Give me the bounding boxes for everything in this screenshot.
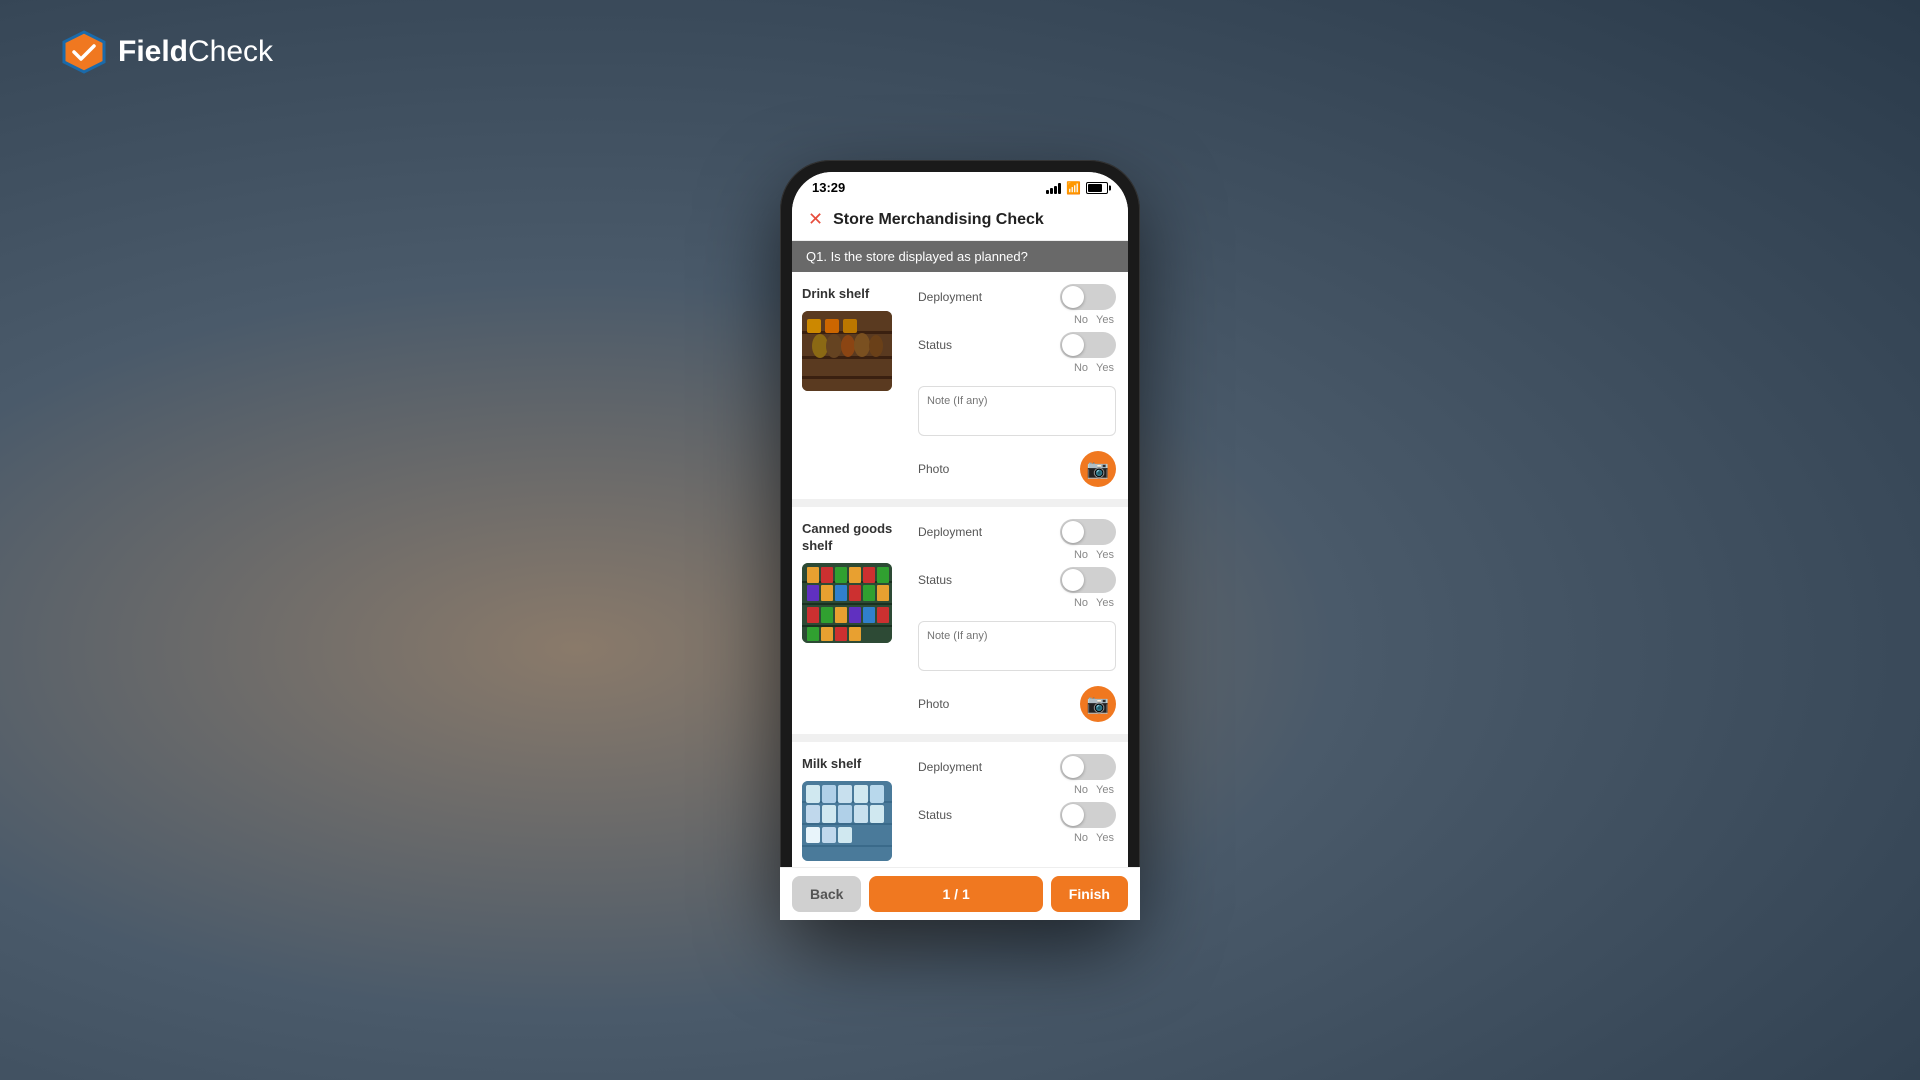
deployment-row-milk: Deployment: [918, 754, 1116, 780]
status-row-canned: Status: [918, 567, 1116, 593]
app-header: ✕ Store Merchandising Check: [792, 199, 1128, 241]
photo-label-canned: Photo: [918, 697, 949, 711]
app-title: Store Merchandising Check: [833, 211, 1044, 229]
phone-screen: 13:29 📶 ✕ Store Merchand: [792, 172, 1128, 908]
status-label-milk: Status: [918, 808, 952, 822]
bottom-navigation: Back 1 / 1 Finish: [792, 867, 1128, 908]
deployment-label-canned: Deployment: [918, 525, 982, 539]
signal-icon: [1046, 182, 1061, 194]
status-nolabel-milk: No Yes: [918, 832, 1116, 844]
deployment-label-milk: Deployment: [918, 760, 982, 774]
battery-fill: [1088, 184, 1102, 192]
photo-label-drink: Photo: [918, 462, 949, 476]
phone-body: 13:29 📶 ✕ Store Merchand: [780, 160, 1140, 920]
photo-row-drink: Photo 📷: [918, 451, 1116, 487]
toggle-knob: [1062, 756, 1084, 778]
battery-icon: [1086, 182, 1108, 194]
status-nolabel-drink: No Yes: [918, 362, 1116, 374]
deployment-row-canned: Deployment: [918, 519, 1116, 545]
scroll-content[interactable]: Drink shelf: [792, 272, 1128, 908]
deployment-toggle-canned[interactable]: [1060, 519, 1116, 545]
page-indicator: 1 / 1: [869, 876, 1042, 908]
section-right-drink: Deployment No Yes Status: [912, 272, 1128, 499]
milk-shelf-label: Milk shelf: [802, 756, 902, 773]
status-row-milk: Status: [918, 802, 1116, 828]
status-time: 13:29: [812, 180, 845, 195]
deployment-toggle-drink[interactable]: [1060, 284, 1116, 310]
canned-shelf-label: Canned goods shelf: [802, 521, 902, 555]
fieldcheck-icon: [60, 28, 108, 76]
no-label-deploy-milk: No: [1074, 784, 1088, 796]
milk-shelf-image: [802, 781, 892, 861]
section-left-milk: Milk shelf: [792, 742, 912, 875]
section-drink-shelf: Drink shelf: [792, 272, 1128, 499]
toggle-knob: [1062, 334, 1084, 356]
status-label-drink: Status: [918, 338, 952, 352]
status-bar: 13:29 📶: [792, 172, 1128, 199]
close-button[interactable]: ✕: [808, 209, 823, 230]
status-toggle-milk[interactable]: [1060, 802, 1116, 828]
deployment-row-drink: Deployment: [918, 284, 1116, 310]
toggle-knob: [1062, 521, 1084, 543]
camera-button-canned[interactable]: 📷: [1080, 686, 1116, 722]
toggle-knob: [1062, 569, 1084, 591]
status-toggle-drink[interactable]: [1060, 332, 1116, 358]
yes-label-deploy-canned: Yes: [1096, 549, 1114, 561]
drink-shelf-label: Drink shelf: [802, 286, 902, 303]
no-label-deploy-canned: No: [1074, 549, 1088, 561]
photo-row-canned: Photo 📷: [918, 686, 1116, 722]
no-label-status-drink: No: [1074, 362, 1088, 374]
status-icons: 📶: [1046, 181, 1108, 195]
status-row-drink: Status: [918, 332, 1116, 358]
yes-label-deploy-drink: Yes: [1096, 314, 1114, 326]
camera-button-drink[interactable]: 📷: [1080, 451, 1116, 487]
no-label-status-milk: No: [1074, 832, 1088, 844]
section-right-milk: Deployment No Yes Status: [912, 742, 1128, 875]
status-toggle-canned[interactable]: [1060, 567, 1116, 593]
toggle-knob: [1062, 286, 1084, 308]
toggle-knob: [1062, 804, 1084, 826]
no-label-status-canned: No: [1074, 597, 1088, 609]
canned-shelf-image: [802, 563, 892, 643]
status-label-canned: Status: [918, 573, 952, 587]
finish-button[interactable]: Finish: [1051, 876, 1128, 908]
deployment-toggle-milk[interactable]: [1060, 754, 1116, 780]
yes-label-status-milk: Yes: [1096, 832, 1114, 844]
question-banner: Q1. Is the store displayed as planned?: [792, 241, 1128, 272]
note-input-canned[interactable]: [918, 621, 1116, 671]
drink-shelf-image: [802, 311, 892, 391]
logo: FieldCheck: [60, 28, 273, 76]
phone-device: 13:29 📶 ✕ Store Merchand: [780, 160, 1140, 920]
deployment-nolabel-milk: No Yes: [918, 784, 1116, 796]
question-text: Q1. Is the store displayed as planned?: [806, 249, 1028, 264]
deployment-nolabel-drink: No Yes: [918, 314, 1116, 326]
back-button[interactable]: Back: [792, 876, 861, 908]
section-canned-shelf: Canned goods shelf: [792, 507, 1128, 734]
logo-text: FieldCheck: [118, 35, 273, 69]
note-input-drink[interactable]: [918, 386, 1116, 436]
yes-label-status-drink: Yes: [1096, 362, 1114, 374]
camera-icon-canned: 📷: [1087, 694, 1109, 715]
no-label-deploy-drink: No: [1074, 314, 1088, 326]
section-left-canned: Canned goods shelf: [792, 507, 912, 734]
deployment-nolabel-canned: No Yes: [918, 549, 1116, 561]
camera-icon-drink: 📷: [1087, 459, 1109, 480]
section-milk-shelf: Milk shelf: [792, 742, 1128, 875]
yes-label-deploy-milk: Yes: [1096, 784, 1114, 796]
section-right-canned: Deployment No Yes Status: [912, 507, 1128, 734]
wifi-icon: 📶: [1066, 181, 1081, 195]
status-nolabel-canned: No Yes: [918, 597, 1116, 609]
yes-label-status-canned: Yes: [1096, 597, 1114, 609]
section-left-drink: Drink shelf: [792, 272, 912, 499]
deployment-label-drink: Deployment: [918, 290, 982, 304]
